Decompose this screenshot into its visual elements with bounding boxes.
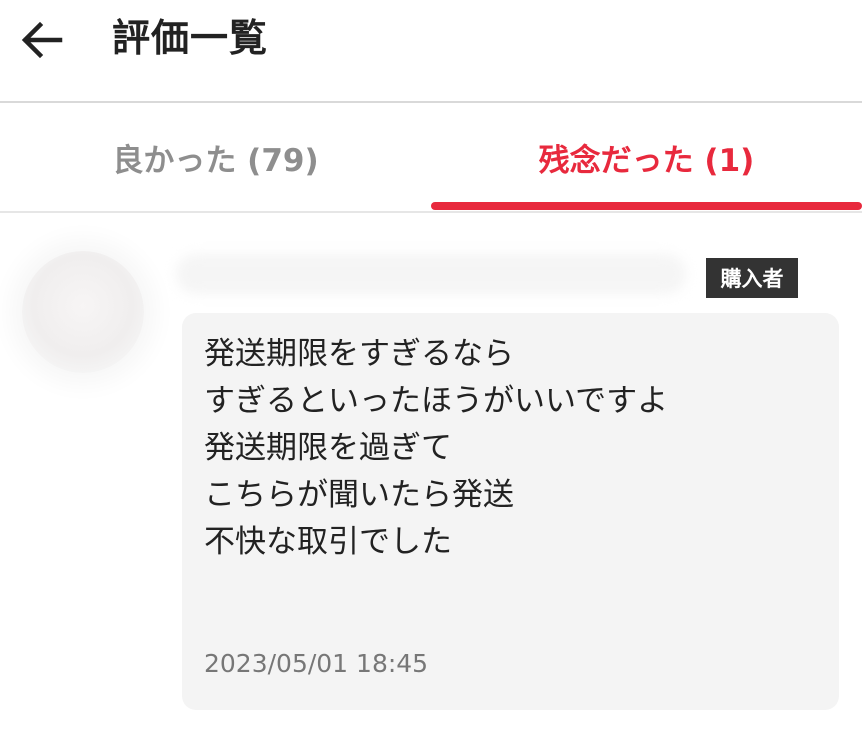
- rating-tabs: 良かった (79) 残念だった (1): [0, 103, 862, 213]
- comment-line: 不快な取引でした: [204, 524, 452, 560]
- app-header: 評価一覧: [0, 0, 862, 103]
- avatar[interactable]: [22, 251, 144, 373]
- arrow-left-icon[interactable]: [20, 18, 64, 62]
- active-tab-indicator: [431, 202, 862, 210]
- comment-line: すぎるといったほうがいいですよ: [204, 383, 669, 419]
- tab-good[interactable]: 良かった (79): [0, 103, 431, 211]
- comment-line: こちらが聞いたら発送: [204, 477, 514, 513]
- comment-line: 発送期限をすぎるなら: [204, 336, 514, 372]
- username-blurred: [176, 254, 686, 294]
- review-date: 2023/05/01 18:45: [204, 649, 429, 678]
- tab-bad[interactable]: 残念だった (1): [431, 103, 862, 211]
- review-comment: 発送期限をすぎるなら すぎるといったほうがいいですよ 発送期限を過ぎて こちらが…: [182, 313, 839, 710]
- page-title: 評価一覧: [112, 16, 269, 60]
- comment-line: 発送期限を過ぎて: [204, 430, 452, 466]
- buyer-badge: 購入者: [706, 258, 798, 298]
